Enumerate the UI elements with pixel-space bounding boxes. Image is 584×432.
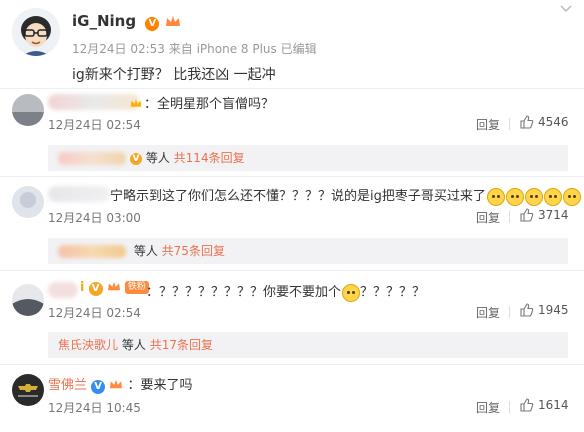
- comment-text: ：要来了吗: [127, 378, 193, 393]
- thumbs-up-icon: [520, 303, 534, 317]
- author-name[interactable]: iG_Ning V: [72, 12, 181, 31]
- thumbs-up-icon: [520, 115, 534, 129]
- like-count: 1945: [538, 303, 569, 317]
- emoji-icon: [543, 187, 562, 206]
- emoji-icon: [486, 187, 505, 206]
- commenter-name[interactable]: 雪佛兰: [48, 378, 87, 393]
- comment-time: 12月24日 10:45: [48, 401, 141, 415]
- thumbs-up-icon: [520, 398, 534, 412]
- separator: [509, 211, 510, 223]
- sub-reply-suffix: 等人: [121, 338, 146, 352]
- commenter-name[interactable]: [48, 186, 110, 202]
- verified-v-icon: V: [145, 17, 160, 31]
- emoji-icon: [562, 187, 581, 206]
- verified-v-icon: V: [91, 380, 106, 394]
- reply-button[interactable]: 回复: [476, 209, 500, 226]
- comment-text: 宁略示到这了你们怎么还不懂？？？？说的是ig把枣子哥买过来了: [110, 189, 486, 204]
- comment-time: 12月24日 02:54: [48, 118, 141, 132]
- emoji-icon: [524, 187, 543, 206]
- comment-time: 12月24日 02:54: [48, 306, 141, 320]
- post-meta: 12月24日 02:53 来自 iPhone 8 Plus 已编辑: [72, 42, 317, 56]
- comment-avatar[interactable]: [12, 94, 44, 126]
- separator: [509, 401, 510, 413]
- sub-replies-box[interactable]: V 等人 共114条回复: [48, 145, 568, 171]
- commenter-badges: i V 铁粉: [80, 280, 149, 296]
- sub-reply-count[interactable]: 共17条回复: [150, 338, 213, 352]
- vip-badge-icon: V: [130, 152, 142, 165]
- commenter-name[interactable]: [48, 94, 140, 110]
- divider: [0, 270, 584, 271]
- author-avatar[interactable]: [12, 8, 60, 56]
- comment-text-row: ：？？？？？？？？你要不要加个 ？？？？？: [146, 281, 425, 302]
- like-button[interactable]: 1945: [520, 303, 569, 317]
- sub-reply-name[interactable]: [58, 245, 126, 258]
- separator: [509, 118, 510, 130]
- comment-avatar[interactable]: [12, 374, 44, 406]
- post-text: ig新来个打野？ 比我还凶 一起冲: [72, 67, 276, 83]
- reply-button[interactable]: 回复: [476, 304, 500, 321]
- divider: [0, 88, 584, 89]
- comment-head: 雪佛兰 V ：要来了吗: [48, 374, 192, 394]
- crown-icon: [130, 94, 142, 113]
- verified-v-icon: V: [88, 282, 103, 296]
- like-button[interactable]: 3714: [520, 208, 569, 222]
- sub-replies-box[interactable]: 等人 共75条回复: [48, 238, 568, 264]
- sub-reply-name[interactable]: [58, 152, 126, 165]
- crown-icon: [110, 379, 123, 389]
- sub-reply-suffix: 等人: [145, 151, 170, 165]
- crown-icon: [165, 16, 180, 26]
- divider: [0, 176, 584, 177]
- comment-avatar[interactable]: [12, 284, 44, 316]
- reply-button[interactable]: 回复: [476, 116, 500, 133]
- commenter-name[interactable]: [48, 282, 78, 298]
- sub-reply-count[interactable]: 共75条回复: [162, 244, 225, 258]
- like-button[interactable]: 1614: [520, 398, 569, 412]
- divider: [0, 364, 584, 365]
- like-count: 4546: [538, 115, 569, 129]
- more-options-icon[interactable]: [558, 4, 574, 14]
- comment-text: ：？？？？？？？？你要不要加个: [146, 285, 342, 300]
- like-count: 1614: [538, 398, 569, 412]
- thumbs-up-icon: [520, 208, 534, 222]
- sub-reply-count[interactable]: 共114条回复: [174, 151, 245, 165]
- comment-time: 12月24日 03:00: [48, 211, 141, 225]
- comment-text: ：全明星那个盲僧吗？: [144, 97, 275, 112]
- like-count: 3714: [538, 208, 569, 222]
- vip-badge-icon: i: [80, 280, 85, 295]
- comment-text-row: 宁略示到这了你们怎么还不懂？？？？说的是ig把枣子哥买过来了: [110, 185, 581, 206]
- sub-reply-suffix: 等人: [133, 244, 158, 258]
- sub-reply-name[interactable]: 焦氏泱歌儿: [58, 338, 118, 352]
- like-button[interactable]: 4546: [520, 115, 569, 129]
- comment-text-tail: ？？？？？: [360, 285, 426, 300]
- sub-replies-box[interactable]: 焦氏泱歌儿 等人 共17条回复: [48, 332, 568, 358]
- separator: [509, 306, 510, 318]
- comment-avatar[interactable]: [12, 186, 44, 218]
- author-name-text[interactable]: iG_Ning: [72, 12, 136, 30]
- reply-button[interactable]: 回复: [476, 399, 500, 416]
- emoji-icon: [342, 283, 361, 302]
- emoji-icon: [505, 187, 524, 206]
- crown-icon: [107, 281, 120, 291]
